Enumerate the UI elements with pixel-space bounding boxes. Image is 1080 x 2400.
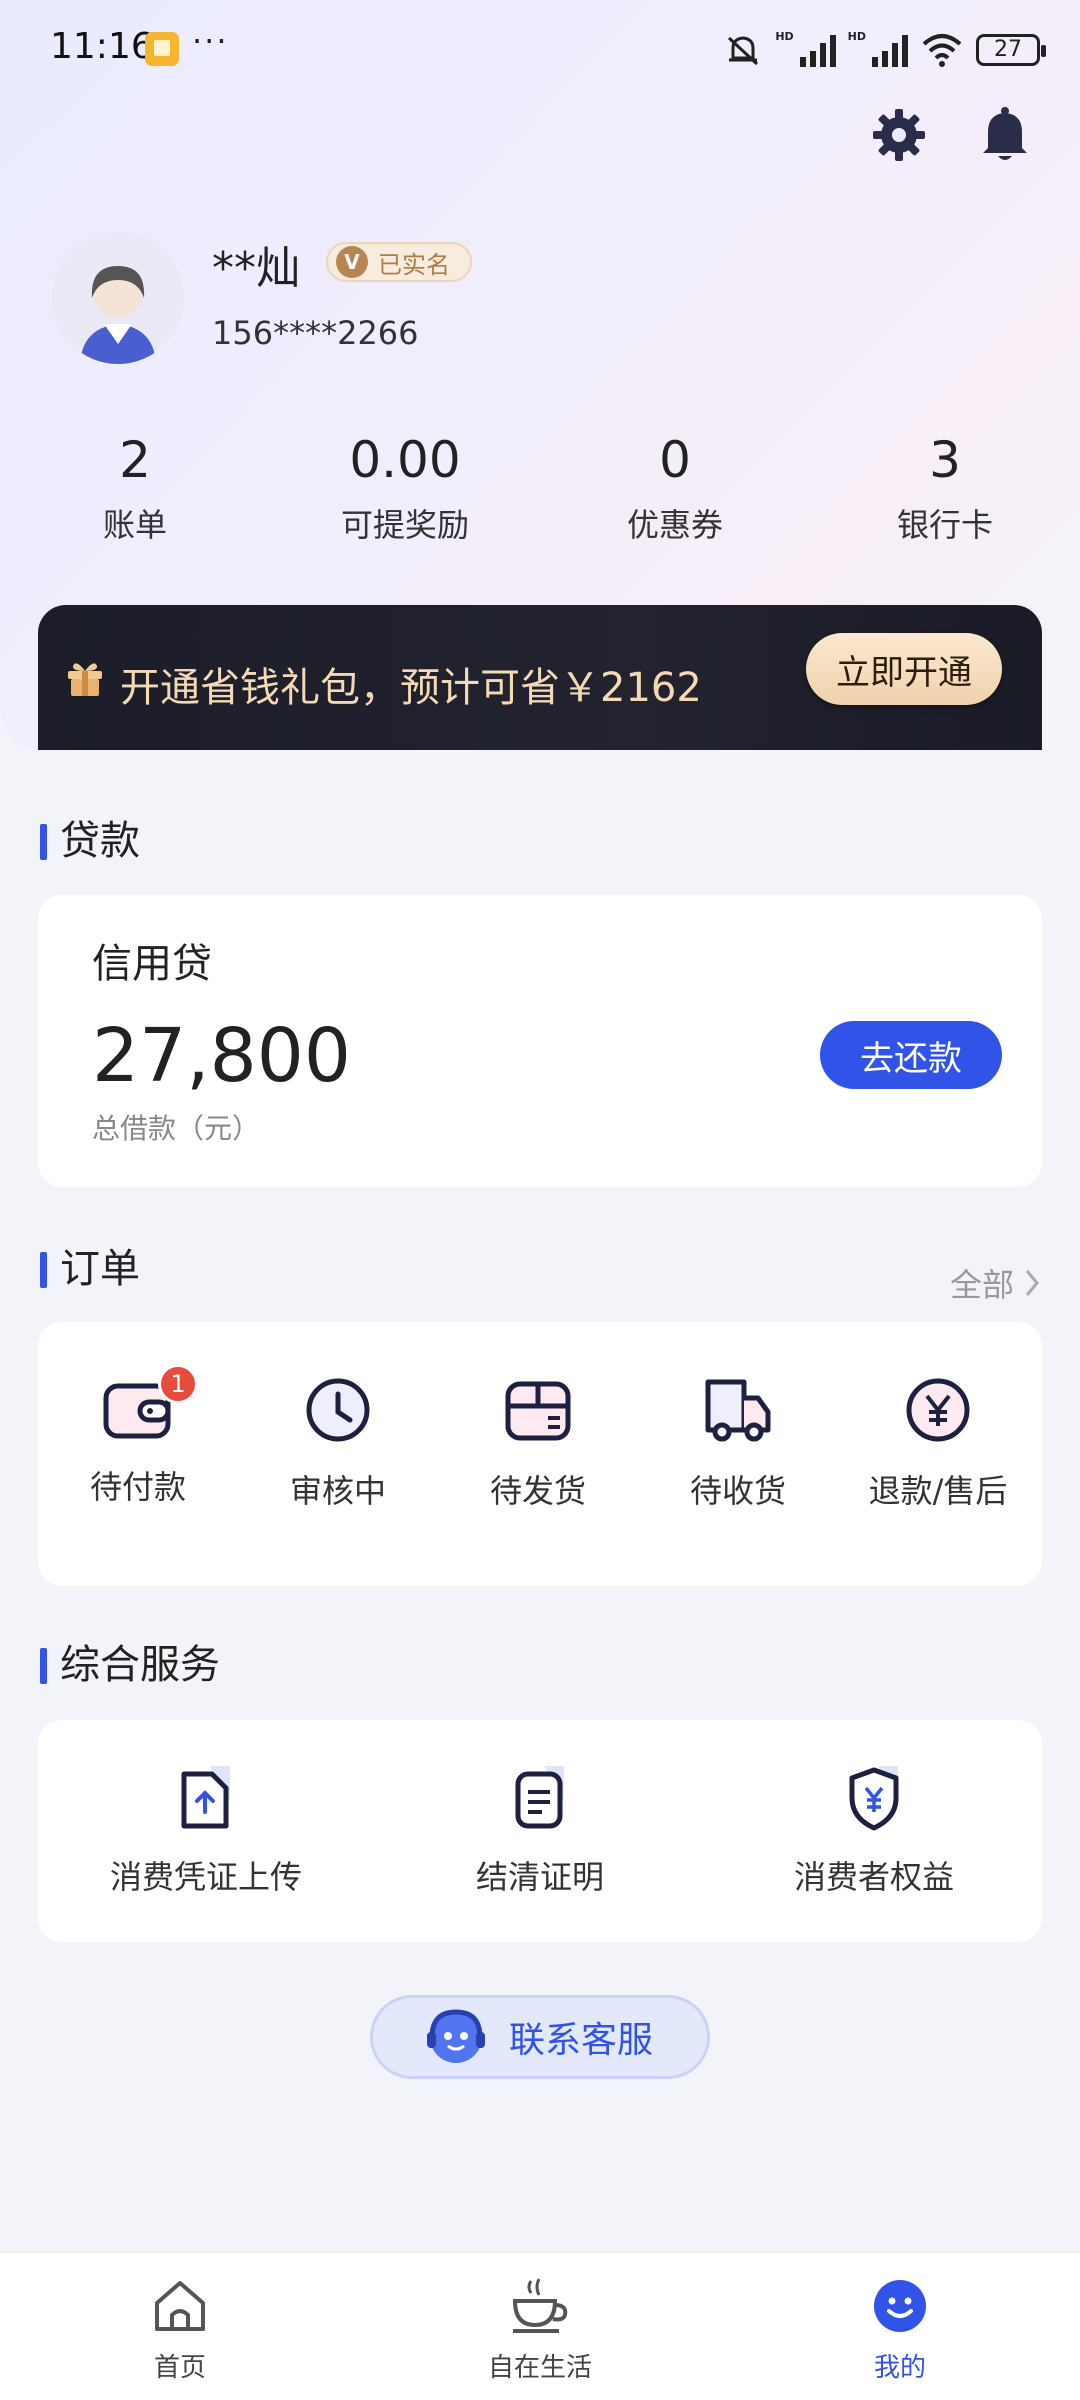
battery-indicator: 27 bbox=[976, 34, 1046, 66]
tab-mine[interactable]: 我的 bbox=[720, 2253, 1080, 2400]
stat-rewards[interactable]: 0.00 可提奖励 bbox=[270, 430, 540, 546]
order-under-review[interactable]: 审核中 bbox=[258, 1372, 418, 1512]
tab-label: 自在生活 bbox=[487, 2353, 592, 2383]
mute-bell-icon bbox=[728, 36, 759, 66]
pending-payment-badge: 1 bbox=[158, 1364, 198, 1404]
more-notifications-icon: ··· bbox=[192, 22, 229, 60]
bell-icon bbox=[983, 107, 1027, 160]
services-card: 消费凭证上传 结清证明 消费者权益 bbox=[38, 1720, 1042, 1942]
gear-icon bbox=[873, 109, 925, 161]
repay-button[interactable]: 去还款 bbox=[820, 1021, 1002, 1089]
verified-badge: V 已实名 bbox=[326, 242, 472, 282]
truck-icon bbox=[705, 1379, 771, 1442]
status-bar: 11:16 ··· HD HD 27 bbox=[0, 0, 1080, 100]
settings-button[interactable] bbox=[864, 100, 934, 170]
order-label: 待收货 bbox=[689, 1472, 786, 1510]
orders-all-link[interactable]: 全部 bbox=[950, 1260, 1040, 1306]
service-upload-voucher[interactable]: 消费凭证上传 bbox=[78, 1762, 334, 1898]
orders-section-title: 订单 bbox=[40, 1246, 140, 1292]
tab-home[interactable]: 首页 bbox=[0, 2253, 360, 2400]
refund-icon bbox=[906, 1378, 970, 1442]
clock-icon bbox=[306, 1378, 370, 1442]
stat-bank-cards[interactable]: 3 银行卡 bbox=[810, 430, 1080, 546]
gift-icon bbox=[68, 663, 102, 696]
hd-label-2: HD bbox=[847, 30, 866, 43]
coffee-icon bbox=[512, 2278, 568, 2333]
default-avatar-icon bbox=[52, 232, 184, 364]
loan-total-amount: 27,800 bbox=[92, 1013, 351, 1099]
status-time: 11:16 bbox=[50, 26, 154, 67]
service-label: 消费者权益 bbox=[793, 1858, 954, 1896]
tab-label: 我的 bbox=[873, 2353, 926, 2383]
savings-pack-banner[interactable]: 开通省钱礼包，预计可省￥2162 立即开通 bbox=[38, 605, 1042, 750]
loan-section-title: 贷款 bbox=[40, 818, 140, 864]
stat-label: 银行卡 bbox=[896, 506, 993, 544]
order-label: 审核中 bbox=[289, 1472, 386, 1510]
service-label: 消费凭证上传 bbox=[109, 1858, 302, 1896]
loan-amount-label: 总借款（元） bbox=[92, 1112, 261, 1145]
notification-app-icon bbox=[145, 32, 179, 66]
user-name: **灿 bbox=[212, 243, 300, 294]
promo-text: 开通省钱礼包，预计可省￥2162 bbox=[120, 665, 702, 711]
order-label: 待付款 bbox=[89, 1468, 186, 1506]
signal-icon-1 bbox=[799, 33, 836, 67]
order-label: 退款/售后 bbox=[868, 1472, 1008, 1510]
verified-label: 已实名 bbox=[378, 250, 450, 279]
order-to-receive[interactable]: 待收货 bbox=[658, 1372, 818, 1512]
shield-yuan-icon bbox=[849, 1766, 899, 1831]
orders-card: 1 待付款 审核中 待发货 待收货 退款/售后 bbox=[38, 1322, 1042, 1586]
stat-label: 账单 bbox=[102, 506, 167, 544]
certificate-icon bbox=[515, 1766, 564, 1829]
stat-bills[interactable]: 2 账单 bbox=[0, 430, 270, 546]
tab-life[interactable]: 自在生活 bbox=[360, 2253, 720, 2400]
all-link-label: 全部 bbox=[949, 1266, 1014, 1304]
stat-coupons[interactable]: 0 优惠券 bbox=[540, 430, 810, 546]
stat-label: 可提奖励 bbox=[340, 506, 469, 544]
order-to-ship[interactable]: 待发货 bbox=[458, 1372, 618, 1512]
order-refund-after-sales[interactable]: 退款/售后 bbox=[858, 1372, 1018, 1512]
service-consumer-rights[interactable]: 消费者权益 bbox=[746, 1762, 1002, 1898]
tab-label: 首页 bbox=[153, 2353, 206, 2383]
bottom-tab-bar: 首页 自在生活 我的 bbox=[0, 2252, 1080, 2400]
stat-value: 2 bbox=[119, 431, 151, 489]
stat-label: 优惠券 bbox=[626, 506, 723, 544]
loan-product-name: 信用贷 bbox=[92, 941, 212, 987]
order-pending-payment[interactable]: 1 待付款 bbox=[58, 1364, 218, 1508]
contact-customer-service-button[interactable]: 联系客服 bbox=[370, 1995, 710, 2079]
smiley-icon bbox=[874, 2280, 926, 2332]
stat-value: 0.00 bbox=[349, 431, 461, 489]
activate-now-button[interactable]: 立即开通 bbox=[806, 633, 1002, 705]
account-stats: 2 账单 0.00 可提奖励 0 优惠券 3 银行卡 bbox=[0, 430, 1080, 546]
notifications-button[interactable] bbox=[970, 100, 1040, 170]
package-icon bbox=[505, 1381, 571, 1441]
service-settlement-certificate[interactable]: 结清证明 bbox=[412, 1762, 668, 1898]
customer-service-label: 联系客服 bbox=[509, 2020, 654, 2061]
service-label: 结清证明 bbox=[475, 1858, 604, 1896]
chevron-right-icon bbox=[1025, 1270, 1039, 1296]
upload-doc-icon bbox=[181, 1766, 230, 1829]
signal-icon-2 bbox=[872, 33, 908, 67]
order-label: 待发货 bbox=[489, 1472, 586, 1510]
credit-loan-card[interactable]: 信用贷 27,800 总借款（元） 去还款 bbox=[38, 895, 1042, 1187]
stat-value: 0 bbox=[659, 431, 691, 489]
verified-v-icon: V bbox=[336, 246, 368, 278]
user-phone: 156****2266 bbox=[212, 314, 419, 352]
hd-label-1: HD bbox=[775, 30, 794, 43]
support-bot-icon bbox=[427, 2009, 485, 2063]
stat-value: 3 bbox=[929, 431, 961, 489]
services-section-title: 综合服务 bbox=[40, 1642, 220, 1688]
avatar[interactable] bbox=[52, 232, 184, 364]
wifi-icon bbox=[922, 34, 962, 67]
home-icon bbox=[155, 2281, 205, 2331]
